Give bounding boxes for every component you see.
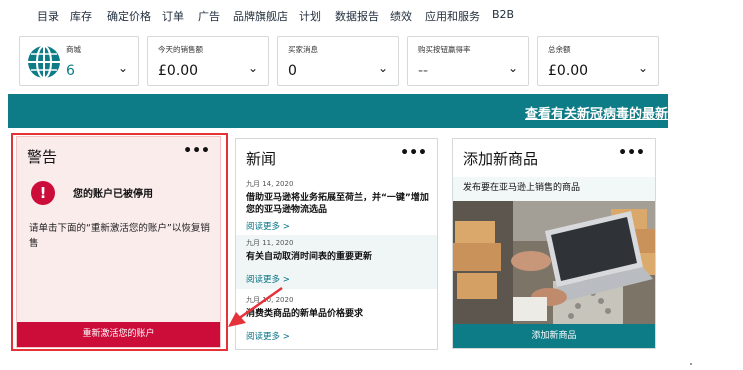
nav-item-orders[interactable]: 订单 <box>162 8 184 24</box>
nav-item-reports[interactable]: 数据报告 <box>335 8 379 24</box>
stat-label: 商城 <box>66 45 81 54</box>
stat-value: £0.00 <box>548 63 589 79</box>
read-more-link[interactable]: 阅读更多 > <box>246 330 437 342</box>
pointer-arrow-icon <box>228 286 283 327</box>
news-item: 九月 11, 2020 有关自动取消时间表的重要更新 阅读更多 > <box>236 235 437 289</box>
stat-label: 总余额 <box>548 45 571 54</box>
card-title: 警告 <box>27 148 58 166</box>
nav-item-stores[interactable]: 品牌旗舰店 <box>233 8 288 24</box>
chevron-down-icon[interactable]: ⌄ <box>378 61 388 75</box>
stat-value: 6 <box>66 63 75 79</box>
banner-link[interactable]: 查看有关新冠病毒的最新 <box>525 103 668 122</box>
read-more-link[interactable]: 阅读更多 > <box>246 220 437 232</box>
news-date: 九月 14, 2020 <box>246 180 294 188</box>
stat-label: 今天的销售额 <box>158 45 203 54</box>
stat-card-sales-today[interactable]: 今天的销售额 £0.00 ⌄ <box>147 36 269 86</box>
add-product-button[interactable]: 添加新商品 <box>453 324 655 348</box>
add-product-card: 添加新商品 ••• 发布要在亚马逊上销售的商品 添加新商品 <box>452 138 656 349</box>
stat-value: 0 <box>288 63 297 79</box>
nav-item-apps-services[interactable]: 应用和服务 <box>425 8 480 24</box>
chevron-down-icon[interactable]: ⌄ <box>248 61 258 75</box>
news-item: 九月 14, 2020 借助亚马逊将业务拓展至荷兰，并“一键”增加您的亚马逊物流… <box>236 179 437 233</box>
nav-item-advertising[interactable]: 广告 <box>198 8 220 24</box>
stat-label: 买家消息 <box>288 45 318 54</box>
nav-item-pricing[interactable]: 确定价格 <box>107 8 151 24</box>
more-options-icon[interactable]: ••• <box>183 143 210 159</box>
chevron-down-icon[interactable]: ⌄ <box>118 61 128 75</box>
globe-icon <box>28 45 60 79</box>
alert-card: 警告 ••• ! 您的账户已被停用 请单击下面的“重新激活您的账户”以恢复销售 … <box>16 136 221 348</box>
alert-body: 请单击下面的“重新激活您的账户”以恢复销售 <box>29 223 210 249</box>
warning-icon: ! <box>31 181 55 205</box>
news-headline[interactable]: 借助亚马逊将业务拓展至荷兰，并“一键”增加您的亚马逊物流选品 <box>246 192 431 216</box>
seller-laptop-image <box>453 201 655 325</box>
nav-item-catalog[interactable]: 目录 <box>37 8 59 24</box>
reactivate-account-button[interactable]: 重新激活您的账户 <box>17 322 220 347</box>
stat-card-total-balance[interactable]: 总余额 £0.00 ⌄ <box>537 36 659 86</box>
stat-value: £0.00 <box>158 63 199 79</box>
add-product-subtitle: 发布要在亚马逊上销售的商品 <box>453 177 655 203</box>
more-options-icon[interactable]: ••• <box>400 145 427 161</box>
chevron-down-icon[interactable]: ⌄ <box>508 61 518 75</box>
more-options-icon[interactable]: ••• <box>618 145 645 161</box>
news-headline[interactable]: 有关自动取消时间表的重要更新 <box>246 251 431 263</box>
nav-item-performance[interactable]: 绩效 <box>390 8 412 24</box>
stat-card-marketplaces[interactable]: 商城 6 ⌄ <box>19 36 139 86</box>
stat-label: 购买按钮赢得率 <box>418 45 471 54</box>
nav-item-inventory[interactable]: 库存 <box>70 8 92 24</box>
read-more-link[interactable]: 阅读更多 > <box>246 273 437 285</box>
stray-mark <box>690 363 692 365</box>
covid-banner: 查看有关新冠病毒的最新 <box>8 94 668 128</box>
card-title: 新闻 <box>246 150 277 168</box>
card-title: 添加新商品 <box>463 150 539 168</box>
nav-item-programs[interactable]: 计划 <box>299 8 321 24</box>
top-navigation: 目录 库存 确定价格 订单 广告 品牌旗舰店 计划 数据报告 绩效 应用和服务 … <box>0 0 743 30</box>
nav-item-b2b[interactable]: B2B <box>492 8 514 21</box>
news-date: 九月 11, 2020 <box>246 239 294 247</box>
chevron-down-icon[interactable]: ⌄ <box>638 61 648 75</box>
stat-card-buy-box[interactable]: 购买按钮赢得率 -- ⌄ <box>407 36 529 86</box>
stat-value: -- <box>418 63 429 79</box>
stat-card-buyer-messages[interactable]: 买家消息 0 ⌄ <box>277 36 399 86</box>
alert-heading: 您的账户已被停用 <box>73 189 153 200</box>
